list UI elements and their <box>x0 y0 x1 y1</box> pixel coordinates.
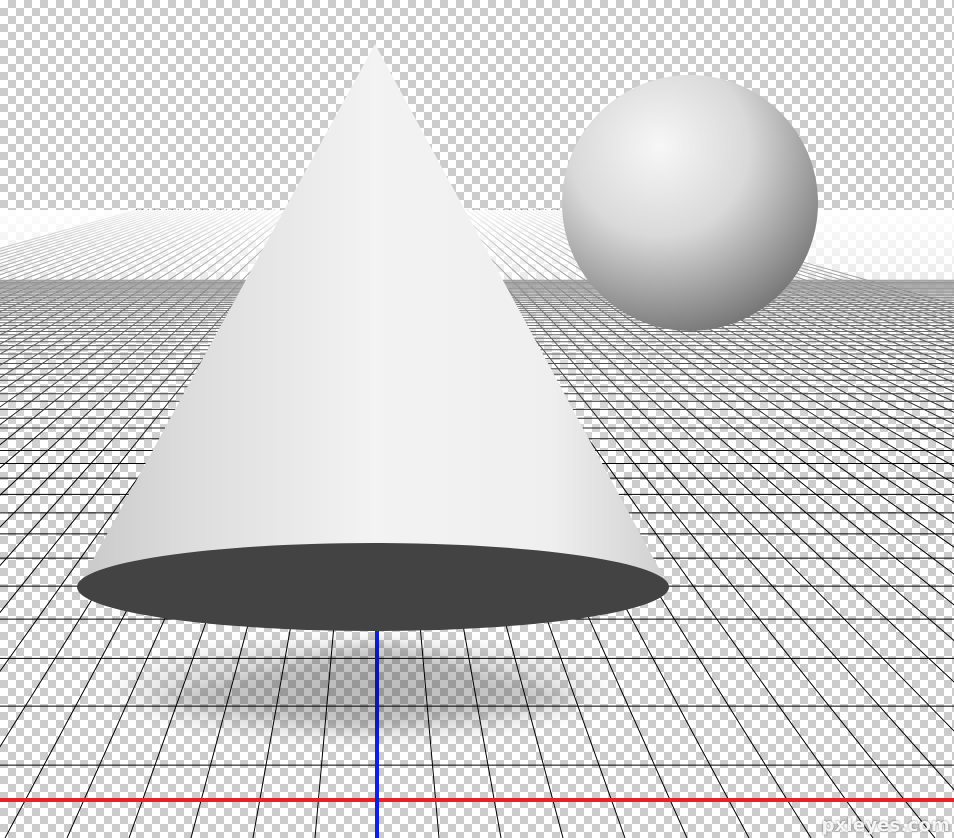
3d-scene <box>0 44 954 838</box>
sphere[interactable] <box>562 75 818 331</box>
viewport-canvas[interactable]: pxleyes.com <box>0 0 954 838</box>
watermark-text: pxleyes.com <box>821 815 950 836</box>
cone-base <box>77 543 669 631</box>
